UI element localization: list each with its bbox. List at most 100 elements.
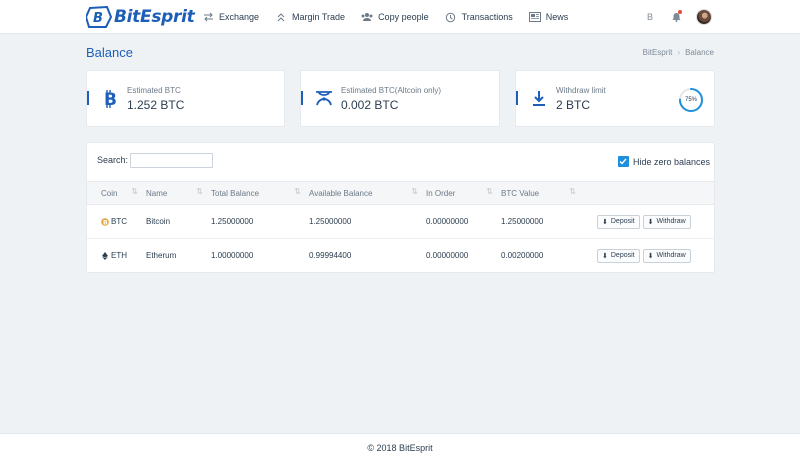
- table-row: ETH Etherum 1.00000000 0.99994400 0.0000…: [87, 239, 714, 273]
- breadcrumb-current: Balance: [685, 48, 714, 57]
- card-label: Estimated BTC(Altcoin only): [341, 86, 442, 95]
- column-header-label: Available Balance: [309, 188, 373, 198]
- chevron-right-icon: ›: [677, 48, 681, 57]
- sort-icon: ⇅: [411, 187, 418, 196]
- deposit-label: Deposit: [610, 218, 635, 225]
- currency-symbol: B: [646, 12, 653, 22]
- card-accent-bar: [87, 91, 89, 105]
- nav-margin-trade-label: Margin Trade: [292, 12, 346, 22]
- page-title: Balance: [86, 45, 133, 60]
- bitcoin-icon: B: [101, 89, 119, 109]
- column-header-label: In Order: [426, 188, 456, 198]
- withdraw-label: Withdraw: [656, 218, 686, 225]
- search-label: Search:: [97, 155, 129, 165]
- nav-news-label: News: [545, 12, 569, 22]
- deposit-label: Deposit: [610, 252, 635, 260]
- card-accent-bar: [301, 91, 303, 105]
- total-balance: 1.00000000: [211, 251, 254, 261]
- nav-exchange[interactable]: Exchange: [202, 0, 259, 34]
- available-balance: 1.25000000: [309, 204, 426, 239]
- bell-icon[interactable]: [669, 10, 683, 24]
- nav-transactions[interactable]: Transactions: [445, 0, 513, 34]
- main-nav: Exchange Margin Trade Copy people Transa…: [202, 0, 584, 34]
- card-label: Withdraw limit: [556, 86, 606, 95]
- in-order: 0.00000000: [426, 204, 501, 239]
- sort-icon: ⇅: [131, 187, 138, 196]
- hide-zero-balances-toggle[interactable]: Hide zero balances: [617, 156, 710, 167]
- column-header-in-order[interactable]: In Order ⇅: [426, 181, 501, 205]
- sort-icon: ⇅: [569, 187, 576, 196]
- row-actions: ⬇ Deposit ⬇ Withdraw: [584, 239, 714, 273]
- card-accent-bar: [516, 91, 518, 105]
- svg-text:B: B: [93, 11, 103, 26]
- card-label: Estimated BTC: [127, 86, 181, 95]
- column-header-name[interactable]: Name ⇅: [146, 181, 211, 205]
- column-header-label: Name: [146, 188, 168, 198]
- nav-copy-people[interactable]: Copy people: [361, 0, 429, 34]
- download-icon: ⬇: [647, 252, 654, 260]
- eth-coin-icon: [101, 251, 109, 260]
- hide-zero-label: Hide zero balances: [632, 156, 710, 167]
- withdraw-limit-progress-label: 75%: [684, 97, 697, 103]
- nav-transactions-label: Transactions: [461, 12, 513, 22]
- breadcrumb: BitEsprit › Balance: [643, 48, 714, 57]
- total-balance: 1.25000000: [211, 204, 309, 239]
- column-header-actions: [584, 181, 714, 205]
- card-withdraw-limit: Withdraw limit 2 BTC 75%: [515, 70, 715, 127]
- withdraw-button[interactable]: ⬇ Withdraw: [642, 248, 691, 263]
- footer: © 2018 BitEsprit: [0, 433, 800, 461]
- download-icon: [530, 89, 548, 109]
- brand-logo-mark: B: [84, 5, 113, 28]
- column-header-coin[interactable]: Coin ⇅: [87, 181, 146, 205]
- btc-value: 0.00200000: [501, 251, 544, 261]
- svg-text:B: B: [103, 219, 108, 226]
- nav-margin-trade[interactable]: Margin Trade: [275, 0, 345, 34]
- table-row: B BTC Bitcoin 1.25000000 1.25000000 0.00…: [87, 204, 714, 239]
- coin-symbol: BTC: [111, 217, 127, 226]
- newspaper-icon: [528, 11, 541, 23]
- column-header-btc-value[interactable]: BTC Value ⇅: [501, 181, 584, 205]
- exchange-arrows-icon: [202, 11, 214, 23]
- balance-table-panel: Search: Hide zero balances Coin ⇅ Name ⇅ T…: [86, 142, 715, 273]
- column-header-label: Total Balance: [211, 188, 260, 198]
- brand-logo[interactable]: B BitEsprit: [84, 5, 195, 29]
- table-header-row: Coin ⇅ Name ⇅ Total Balance ⇅ Available Bal…: [87, 181, 714, 205]
- people-icon: [361, 11, 373, 23]
- coin-name: Etherum: [146, 251, 177, 261]
- deposit-button[interactable]: ⬇ Deposit: [597, 248, 640, 263]
- btc-coin-icon: B: [101, 217, 109, 226]
- download-icon: ⬇: [602, 218, 608, 226]
- withdraw-button[interactable]: ⬇ Withdraw: [642, 214, 691, 229]
- avatar[interactable]: [696, 9, 712, 25]
- footer-copyright: © 2018 BitEsprit: [367, 442, 433, 453]
- nav-copy-people-label: Copy people: [378, 12, 429, 22]
- coin-symbol: ETH: [111, 251, 127, 261]
- in-order: 0.00000000: [426, 251, 469, 261]
- column-header-label: BTC Value: [501, 188, 540, 198]
- card-value: 1.252 BTC: [127, 98, 185, 112]
- btc-value: 1.25000000: [501, 204, 584, 239]
- brand-name: BitEsprit: [114, 7, 195, 27]
- nav-exchange-label: Exchange: [219, 12, 260, 22]
- history-icon: [445, 11, 457, 23]
- bitcoin-icon[interactable]: B: [643, 10, 657, 24]
- coin-name: Bitcoin: [146, 204, 211, 239]
- coin-cell: ETH: [87, 239, 146, 273]
- breadcrumb-home-link[interactable]: BitEsprit: [643, 48, 673, 57]
- coin-cell: B BTC: [87, 204, 146, 239]
- download-icon: ⬇: [602, 252, 608, 260]
- column-header-available-balance[interactable]: Available Balance ⇅: [309, 181, 426, 205]
- download-icon: ⬇: [647, 218, 654, 226]
- card-estimated-btc-altcoin: Estimated BTC(Altcoin only) 0.002 BTC: [300, 70, 500, 127]
- sort-icon: ⇅: [486, 187, 493, 196]
- card-value: 2 BTC: [556, 98, 591, 112]
- notification-dot: [678, 10, 682, 14]
- available-balance: 0.99994400: [309, 251, 352, 261]
- search-input[interactable]: [130, 153, 213, 168]
- column-header-total-balance[interactable]: Total Balance ⇅: [211, 181, 309, 205]
- nav-news[interactable]: News: [528, 0, 569, 34]
- hide-zero-checkbox[interactable]: [617, 156, 629, 167]
- deposit-button[interactable]: ⬇ Deposit: [597, 214, 640, 229]
- balance-table: Coin ⇅ Name ⇅ Total Balance ⇅ Available Bal…: [87, 181, 714, 273]
- column-header-label: Coin: [101, 188, 118, 198]
